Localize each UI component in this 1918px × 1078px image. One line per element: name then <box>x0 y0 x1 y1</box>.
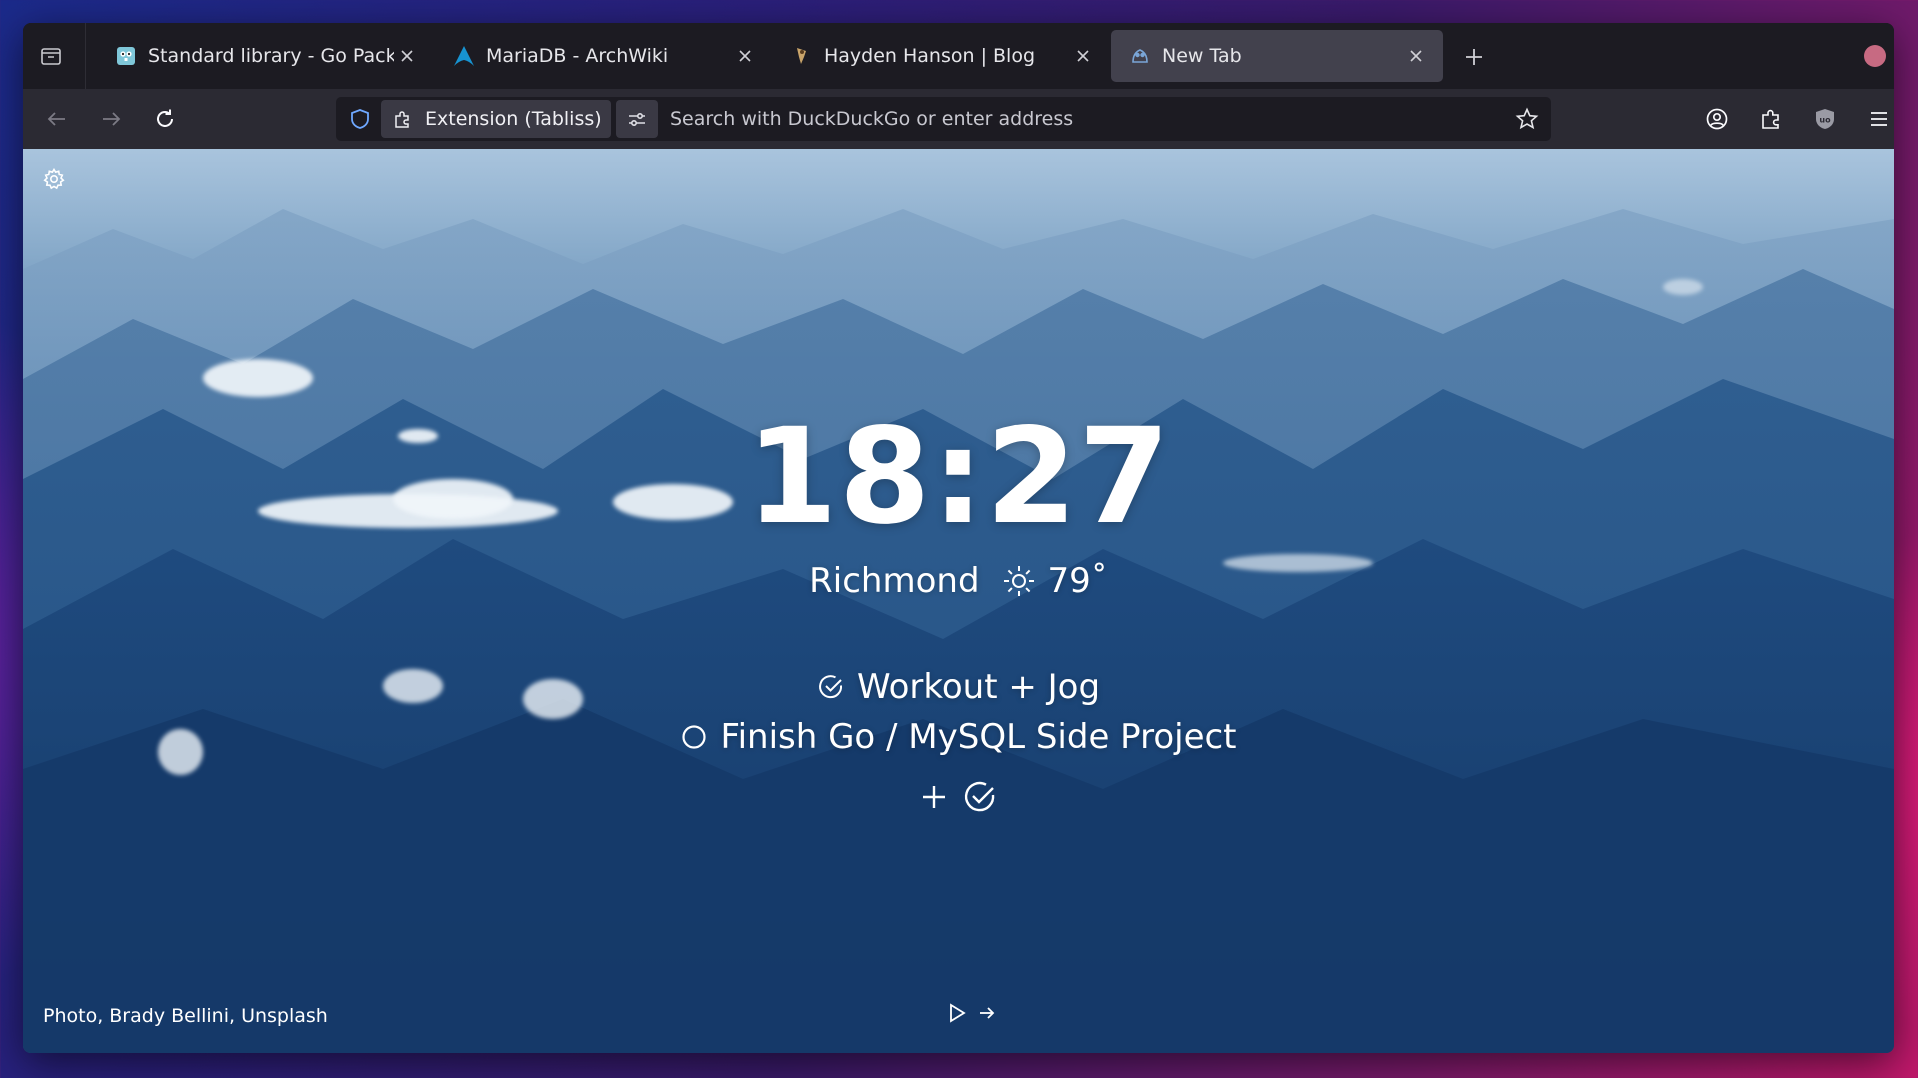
extension-identity-button[interactable]: Extension (Tabliss) <box>381 100 611 138</box>
account-icon <box>1706 108 1728 130</box>
bookmark-star-button[interactable] <box>1513 105 1541 133</box>
shield-icon <box>351 109 369 129</box>
app-menu-button[interactable] <box>1859 99 1894 139</box>
new-tab-button[interactable] <box>1456 39 1492 75</box>
puzzle-piece-icon <box>1762 109 1779 129</box>
tab-close-button[interactable] <box>1070 43 1096 69</box>
weather-temperature: 79˚ <box>1047 561 1108 601</box>
ublock-origin-button[interactable]: uo <box>1805 99 1845 139</box>
play-icon <box>950 1003 966 1023</box>
navigation-toolbar: Extension (Tabliss) Search with DuckDuck… <box>23 89 1894 149</box>
tabliss-icon <box>1129 45 1151 67</box>
tab-go-packages[interactable]: Standard library - Go Packag <box>97 30 434 82</box>
checked-circle-icon[interactable] <box>817 673 845 701</box>
tab-list-button[interactable] <box>31 36 71 76</box>
close-icon <box>1410 50 1422 62</box>
clock-time: 18:27 <box>745 400 1172 554</box>
todo-text: Finish Go / MySQL Side Project <box>720 717 1237 757</box>
tab-close-button[interactable] <box>394 43 420 69</box>
arrow-right-icon <box>980 1007 995 1019</box>
new-tab-page: 18:27 Richmond 79˚ Workout + Jog Finish … <box>23 149 1894 1053</box>
address-bar[interactable]: Extension (Tabliss) Search with DuckDuck… <box>336 97 1551 141</box>
todo-item[interactable]: Workout + Jog <box>23 667 1894 707</box>
tab-close-button[interactable] <box>1403 43 1429 69</box>
hamburger-menu-icon <box>1871 112 1887 126</box>
tab-close-button[interactable] <box>732 43 758 69</box>
back-button[interactable] <box>37 99 77 139</box>
extension-identity-label: Extension (Tabliss) <box>425 108 602 130</box>
gear-icon <box>43 168 65 190</box>
puzzle-piece-icon <box>393 109 417 129</box>
close-icon <box>1077 50 1089 62</box>
weather-location: Richmond <box>809 561 980 601</box>
plus-icon <box>1466 49 1482 65</box>
go-gopher-icon <box>115 45 137 67</box>
tab-title: New Tab <box>1162 45 1242 67</box>
todo-actions <box>23 779 1894 819</box>
show-completed-button[interactable] <box>962 779 998 819</box>
play-background-button[interactable] <box>948 1003 966 1027</box>
tab-list-icon <box>41 48 61 65</box>
tab-hayden-blog[interactable]: Hayden Hanson | Blog <box>773 30 1110 82</box>
checked-circle-icon <box>964 781 994 812</box>
blog-logo-icon <box>791 45 813 67</box>
star-icon <box>1515 107 1539 130</box>
todo-item[interactable]: Finish Go / MySQL Side Project <box>23 717 1894 757</box>
background-controls <box>948 1003 996 1027</box>
arrow-right-icon <box>103 112 121 126</box>
tab-mariadb-archwiki[interactable]: MariaDB - ArchWiki <box>435 30 772 82</box>
account-button[interactable] <box>1697 99 1737 139</box>
cloud <box>1663 279 1703 295</box>
svg-text:uo: uo <box>1819 116 1831 125</box>
cloud <box>203 359 313 397</box>
tab-title: MariaDB - ArchWiki <box>486 45 669 67</box>
photo-credit[interactable]: Photo, Brady Bellini, Unsplash <box>43 1005 328 1027</box>
todo-text: Workout + Jog <box>856 667 1101 707</box>
plus-icon <box>922 786 945 808</box>
reload-button[interactable] <box>145 99 185 139</box>
arch-linux-icon <box>453 45 475 67</box>
tab-title: Standard library - Go Packag <box>148 45 394 67</box>
permissions-button[interactable] <box>616 100 658 138</box>
add-todo-button[interactable] <box>920 783 948 815</box>
close-icon <box>401 50 413 62</box>
next-background-button[interactable] <box>978 1004 996 1026</box>
forward-button[interactable] <box>91 99 131 139</box>
arrow-left-icon <box>47 112 65 126</box>
tab-strip-separator <box>85 23 86 89</box>
tracking-protection-button[interactable] <box>346 105 374 133</box>
tab-new-tab[interactable]: New Tab <box>1111 30 1443 82</box>
extensions-button[interactable] <box>1751 99 1791 139</box>
tab-strip: Standard library - Go Packag MariaDB - A… <box>23 23 1894 89</box>
browser-window: Standard library - Go Packag MariaDB - A… <box>23 23 1894 1053</box>
weather-widget: Richmond 79˚ <box>23 561 1894 601</box>
empty-circle-icon[interactable] <box>680 723 708 751</box>
mountain-background-image <box>23 209 1894 1053</box>
window-control-dot[interactable] <box>1864 45 1886 67</box>
address-input[interactable]: Search with DuckDuckGo or enter address <box>670 108 1073 130</box>
settings-button[interactable] <box>40 165 68 193</box>
ublock-shield-icon: uo <box>1816 109 1834 129</box>
sun-icon <box>1002 564 1036 598</box>
reload-icon <box>157 109 173 127</box>
tab-title: Hayden Hanson | Blog <box>824 45 1036 67</box>
permissions-sliders-icon <box>629 113 645 127</box>
close-icon <box>739 50 751 62</box>
